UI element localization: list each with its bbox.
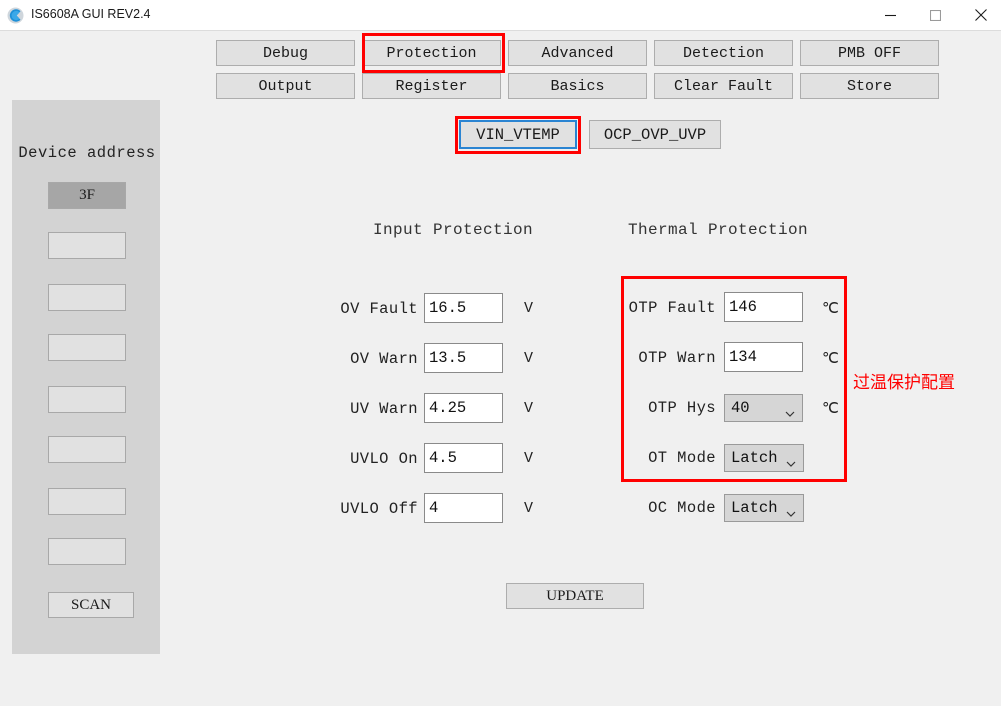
address-button-empty-5[interactable] xyxy=(48,436,126,463)
unit-ov-fault: V xyxy=(524,300,534,317)
label-ov-fault: OV Fault xyxy=(340,300,418,318)
nav-button-output[interactable]: Output xyxy=(216,73,355,99)
device-address-heading: Device address xyxy=(18,144,156,162)
address-button-empty-6[interactable] xyxy=(48,488,126,515)
nav-button-pmb-off[interactable]: PMB OFF xyxy=(800,40,939,66)
address-button-empty-2[interactable] xyxy=(48,284,126,311)
unit-ov-warn: V xyxy=(524,350,534,367)
window-title: IS6608A GUI REV2.4 xyxy=(31,7,151,21)
maximize-icon[interactable] xyxy=(913,0,958,30)
input-otp-fault[interactable] xyxy=(724,292,803,322)
label-oc-mode: OC Mode xyxy=(648,499,716,517)
chevron-down-icon xyxy=(786,505,796,523)
annotation-label-otp-config: 过温保护配置 xyxy=(853,373,955,393)
label-uv-warn: UV Warn xyxy=(350,400,418,418)
update-button[interactable]: UPDATE xyxy=(506,583,644,609)
subtab-ocp_ovp_uvp[interactable]: OCP_OVP_UVP xyxy=(589,120,721,149)
label-ot-mode: OT Mode xyxy=(648,449,716,467)
unit-uvlo-off: V xyxy=(524,500,534,517)
nav-button-store[interactable]: Store xyxy=(800,73,939,99)
select-ot-mode[interactable]: Latch xyxy=(724,444,804,472)
select-oc-mode[interactable]: Latch xyxy=(724,494,804,522)
minimize-icon[interactable] xyxy=(868,0,913,30)
chevron-down-icon xyxy=(786,455,796,473)
nav-button-protection[interactable]: Protection xyxy=(362,40,501,66)
unit-otp-warn: ℃ xyxy=(822,351,839,368)
address-button-3f[interactable]: 3F xyxy=(48,182,126,209)
label-ov-warn: OV Warn xyxy=(350,350,418,368)
input-ov-fault[interactable] xyxy=(424,293,503,323)
address-button-empty-4[interactable] xyxy=(48,386,126,413)
unit-uv-warn: V xyxy=(524,400,534,417)
input-protection-heading: Input Protection xyxy=(373,221,534,239)
nav-button-detection[interactable]: Detection xyxy=(654,40,793,66)
input-ov-warn[interactable] xyxy=(424,343,503,373)
input-uvlo-on[interactable] xyxy=(424,443,503,473)
thermal-protection-heading: Thermal Protection xyxy=(628,221,809,239)
nav-button-basics[interactable]: Basics xyxy=(508,73,647,99)
subtab-vin_vtemp[interactable]: VIN_VTEMP xyxy=(459,120,577,149)
unit-uvlo-on: V xyxy=(524,450,534,467)
device-address-sidebar: Device address SCAN 3F xyxy=(12,100,160,654)
select-value-otp-hys: 40 xyxy=(731,399,750,417)
select-value-ot-mode: Latch xyxy=(731,449,778,467)
select-value-oc-mode: Latch xyxy=(731,499,778,517)
address-button-empty-3[interactable] xyxy=(48,334,126,361)
scan-button[interactable]: SCAN xyxy=(48,592,134,618)
unit-otp-fault: ℃ xyxy=(822,301,839,318)
label-uvlo-off: UVLO Off xyxy=(340,500,418,518)
label-uvlo-on: UVLO On xyxy=(350,450,418,468)
nav-button-clear-fault[interactable]: Clear Fault xyxy=(654,73,793,99)
input-uv-warn[interactable] xyxy=(424,393,503,423)
label-otp-warn: OTP Warn xyxy=(638,349,716,367)
address-button-empty-7[interactable] xyxy=(48,538,126,565)
nav-button-debug[interactable]: Debug xyxy=(216,40,355,66)
select-otp-hys[interactable]: 40 xyxy=(724,394,803,422)
nav-button-advanced[interactable]: Advanced xyxy=(508,40,647,66)
app-logo-icon xyxy=(7,7,24,24)
input-otp-warn[interactable] xyxy=(724,342,803,372)
input-uvlo-off[interactable] xyxy=(424,493,503,523)
close-icon[interactable] xyxy=(958,0,1001,30)
address-button-empty-1[interactable] xyxy=(48,232,126,259)
window-titlebar: IS6608A GUI REV2.4 xyxy=(0,0,1001,31)
nav-button-register[interactable]: Register xyxy=(362,73,501,99)
label-otp-fault: OTP Fault xyxy=(628,299,716,317)
chevron-down-icon xyxy=(785,405,795,423)
unit-otp-hys: ℃ xyxy=(822,401,839,418)
label-otp-hys: OTP Hys xyxy=(648,399,716,417)
